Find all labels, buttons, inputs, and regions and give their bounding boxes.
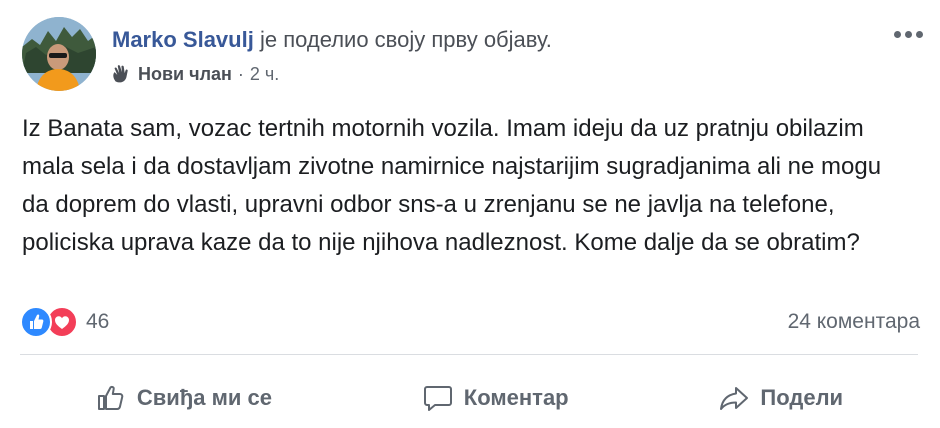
reaction-count: 46: [86, 310, 110, 333]
comment-button-label: Коментар: [463, 385, 569, 410]
post-timestamp[interactable]: 2 ч.: [250, 62, 279, 86]
dot-icon: [893, 30, 901, 38]
action-bar: Свиђа ми се Коментар Подели: [20, 372, 918, 424]
more-options-button[interactable]: [888, 24, 928, 44]
meta-separator: ·: [237, 64, 244, 84]
waving-hand-icon: [113, 65, 128, 83]
dot-icon: [904, 30, 912, 38]
share-arrow-icon: [720, 387, 749, 410]
action-bar-divider: [20, 354, 918, 355]
author-name-link[interactable]: Marko Slavulj: [112, 27, 254, 52]
like-button[interactable]: Свиђа ми се: [95, 382, 272, 414]
thumbs-up-icon: [97, 385, 124, 410]
like-button-label: Свиђа ми се: [136, 385, 272, 410]
like-icon: [20, 306, 52, 338]
comment-button[interactable]: Коментар: [422, 382, 569, 414]
post-meta: Нови члан · 2 ч.: [110, 62, 279, 86]
share-button-label: Подели: [760, 385, 844, 410]
avatar-photo: [22, 17, 96, 91]
speech-bubble-icon: [423, 386, 452, 411]
author-avatar[interactable]: [22, 17, 96, 91]
comments-count-link[interactable]: 24 коментара: [788, 310, 920, 334]
share-button[interactable]: Подели: [718, 382, 843, 414]
reactions-summary[interactable]: 46: [20, 306, 109, 338]
post-header: Marko Slavulj је поделио своју прву обја…: [112, 26, 552, 54]
dot-icon: [915, 30, 923, 38]
post-action-text: је поделио своју прву објаву.: [259, 27, 552, 52]
post-body-text: Iz Banata sam, vozac tertnih motornih vo…: [22, 115, 882, 256]
new-member-badge: Нови члан: [138, 64, 232, 84]
